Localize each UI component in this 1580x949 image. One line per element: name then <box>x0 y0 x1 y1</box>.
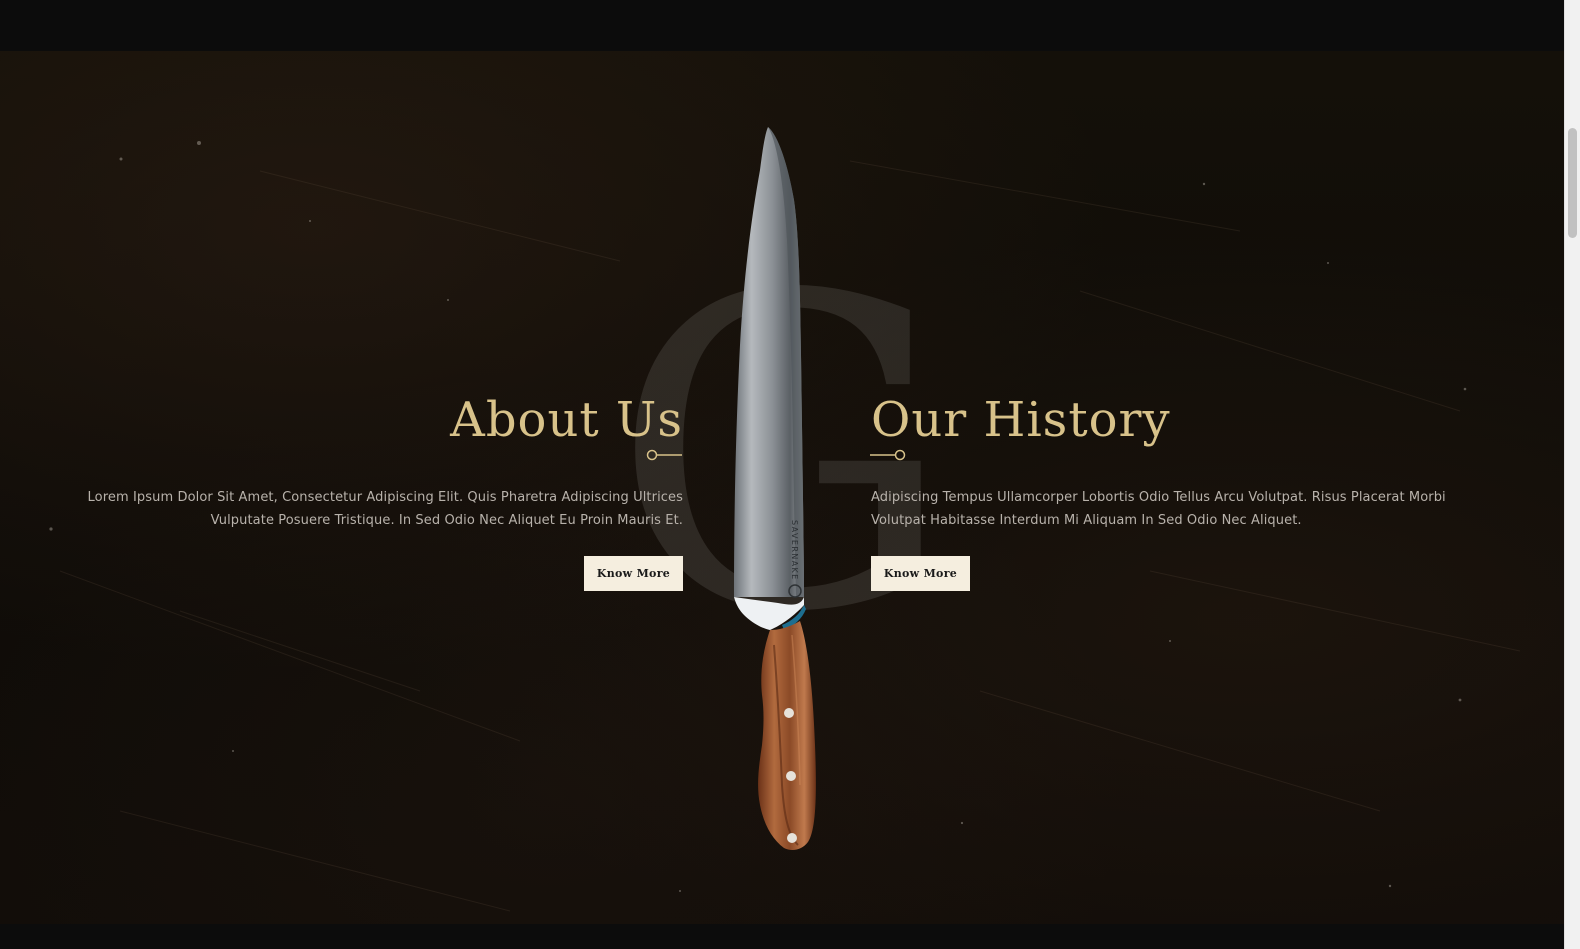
scrollbar-thumb[interactable] <box>1568 128 1577 238</box>
about-know-more-button[interactable]: Know More <box>584 556 683 591</box>
chef-knife-image: SAVERNAKE <box>734 127 816 850</box>
about-us-text: Lorem Ipsum Dolor Sit Amet, Consectetur … <box>87 490 683 528</box>
bottom-edge-bar <box>0 924 1564 949</box>
about-history-section: G SAVERNAK <box>0 51 1564 924</box>
top-header-bar <box>0 0 1564 51</box>
page-scrollbar[interactable] <box>1564 0 1580 949</box>
about-us-title: About Us <box>450 392 683 448</box>
title-divider-icon <box>870 449 906 461</box>
history-know-more-button[interactable]: Know More <box>871 556 970 591</box>
svg-text:SAVERNAKE: SAVERNAKE <box>790 520 799 581</box>
title-divider-icon <box>646 449 682 461</box>
our-history-text: Adipiscing Tempus Ullamcorper Lobortis O… <box>871 490 1446 528</box>
our-history-title: Our History <box>871 392 1171 448</box>
